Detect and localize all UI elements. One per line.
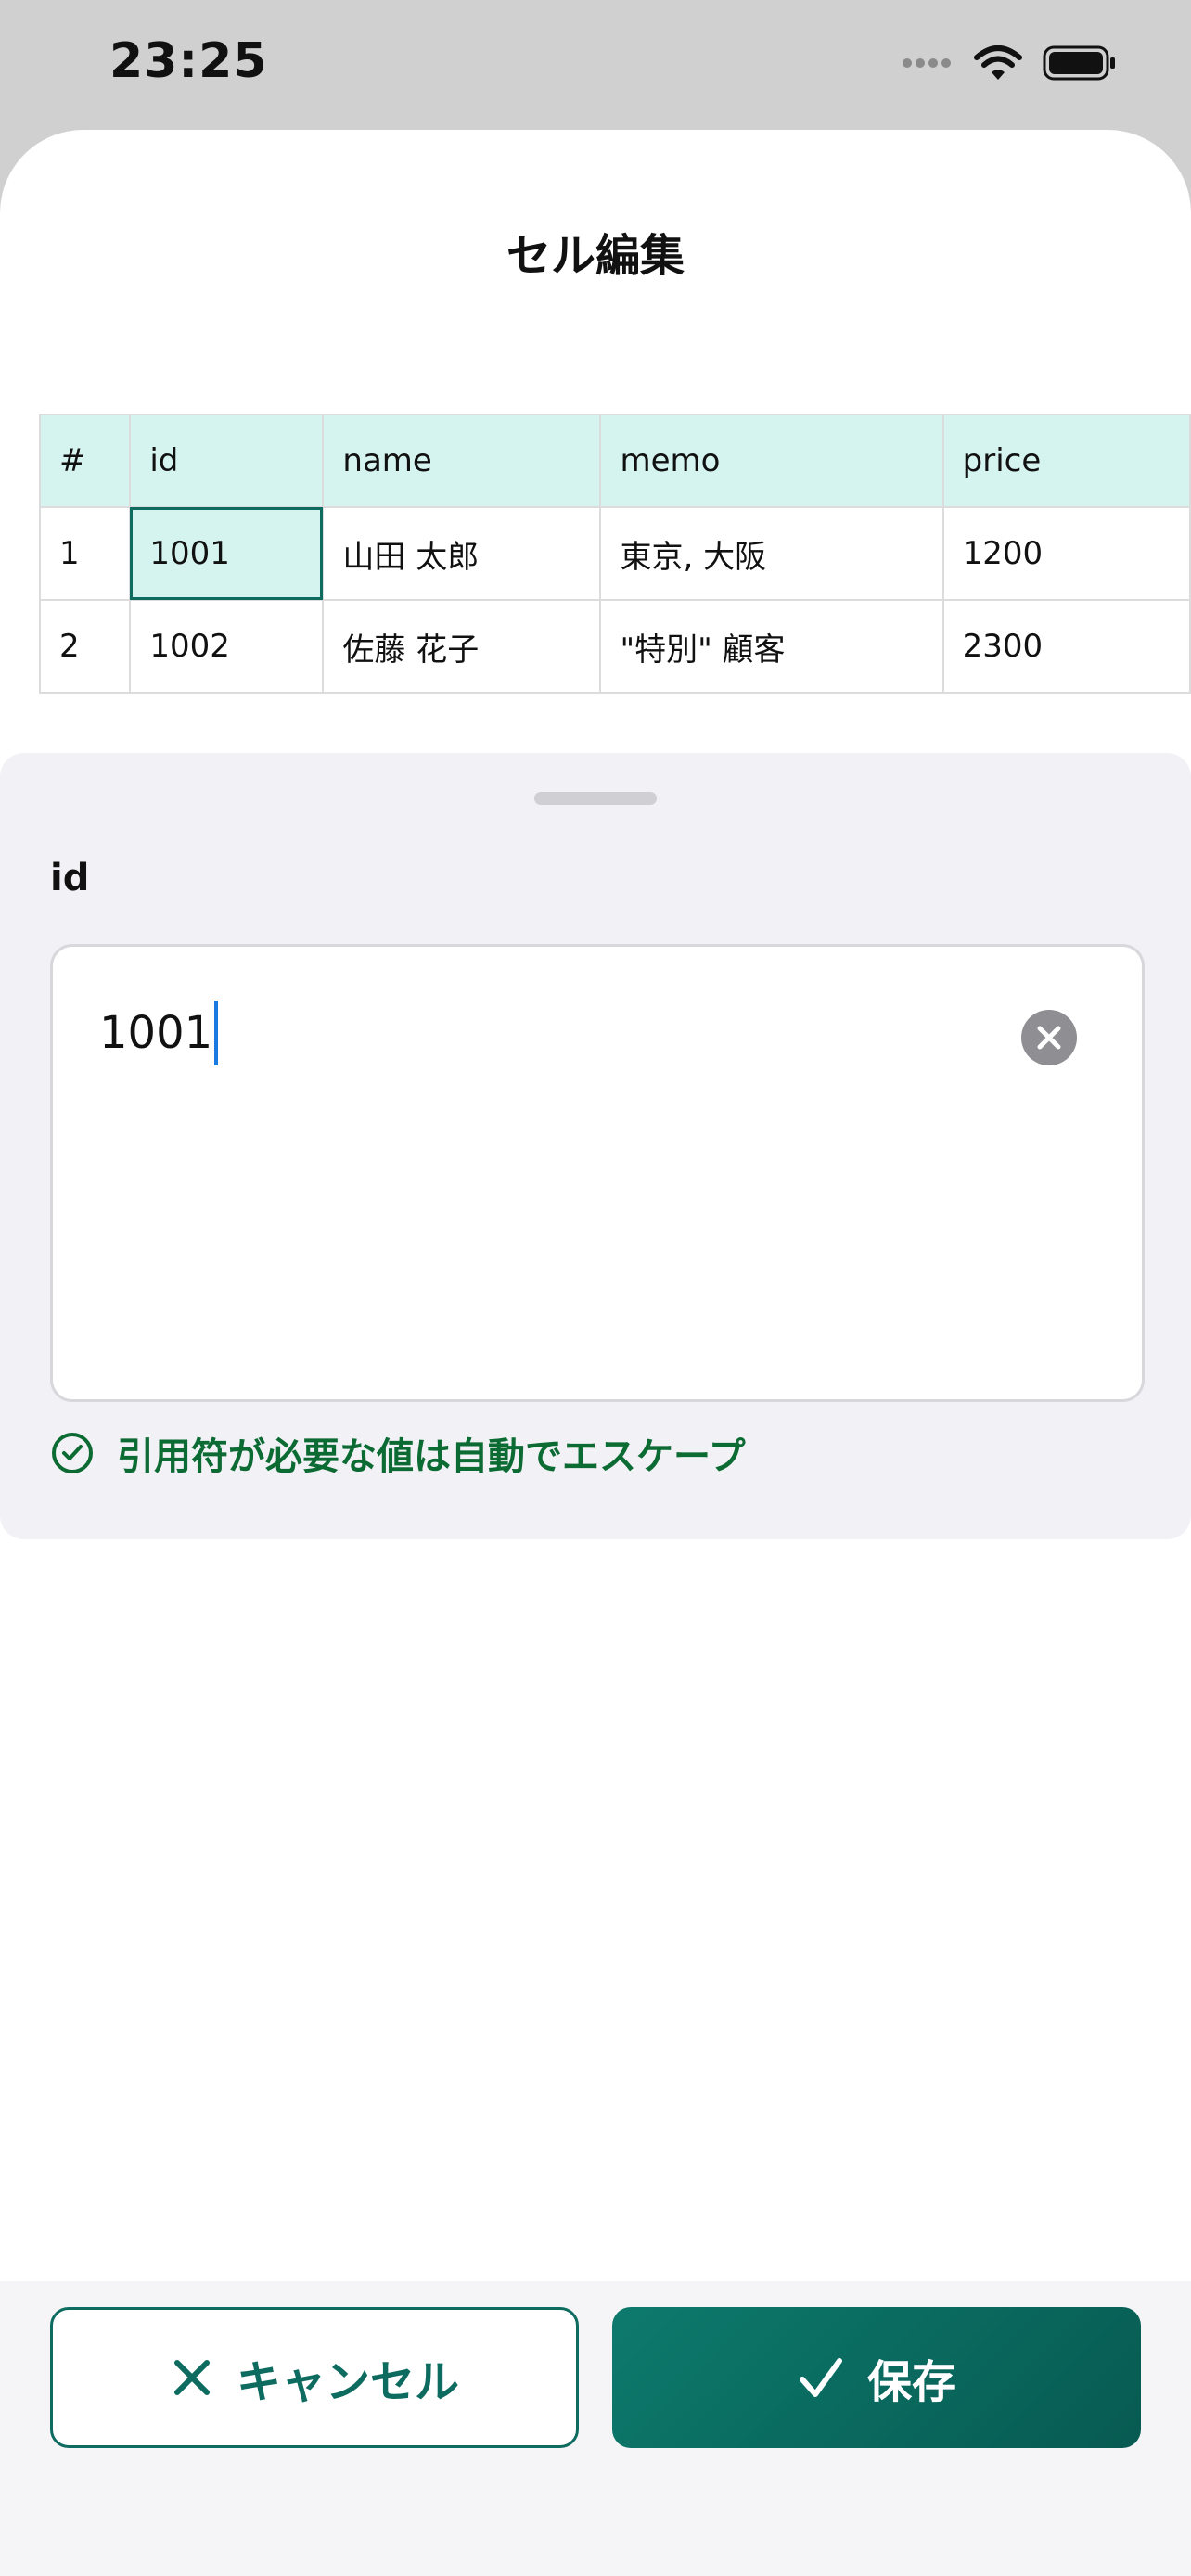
status-bar: 23:25 [0, 0, 1191, 130]
table-cell[interactable]: 佐藤 花子 [322, 599, 602, 694]
panel-grabber[interactable] [534, 792, 657, 805]
checkmark-circle-icon [52, 1433, 93, 1473]
cancel-button[interactable]: キャンセル [50, 2307, 579, 2448]
table-row: 2 1002 佐藤 花子 "特別" 顧客 2300 [39, 599, 1191, 694]
value-text-area[interactable]: 1001 [50, 944, 1145, 1402]
cellular-signal-icon [903, 58, 951, 68]
wifi-icon [974, 45, 1022, 80]
sheet-title: セル編集 [506, 230, 685, 282]
data-table: # id name memo price 1 1001 山田 太郎 東京, 大阪… [39, 414, 1191, 694]
text-caret [214, 1001, 219, 1065]
clear-text-button[interactable] [1021, 1010, 1077, 1065]
status-time: 23:25 [109, 33, 268, 89]
table-cell[interactable]: 1200 [941, 506, 1191, 601]
edit-sheet: セル編集 # id name memo price 1 1001 山田 太郎 東… [0, 130, 1191, 2576]
table-cell[interactable]: 1 [39, 506, 132, 601]
save-button[interactable]: 保存 [612, 2307, 1141, 2448]
table-row: 1 1001 山田 太郎 東京, 大阪 1200 [39, 506, 1191, 601]
table-header-row: # id name memo price [39, 414, 1191, 508]
table-cell[interactable]: "特別" 顧客 [599, 599, 944, 694]
field-label: id [50, 857, 90, 899]
save-button-label: 保存 [866, 2356, 956, 2408]
table-cell[interactable]: 山田 太郎 [322, 506, 602, 601]
table-cell[interactable]: 2 [39, 599, 132, 694]
status-icons [902, 45, 1117, 82]
value-text-content: 1001 [99, 1007, 213, 1059]
checkmark-icon [799, 2358, 842, 2397]
table-cell-selected[interactable]: 1001 [129, 506, 325, 601]
escape-note-text: 引用符が必要な値は自動でエスケープ [117, 1435, 746, 1478]
column-header-id[interactable]: id [129, 414, 325, 508]
cancel-button-label: キャンセル [236, 2356, 459, 2408]
clear-text-icon [1037, 1026, 1061, 1050]
table-cell[interactable]: 2300 [941, 599, 1191, 694]
escape-note: 引用符が必要な値は自動でエスケープ [50, 1426, 746, 1480]
table-cell[interactable]: 1002 [129, 599, 325, 694]
column-header-memo[interactable]: memo [599, 414, 944, 508]
close-icon [173, 2360, 210, 2395]
column-header-index[interactable]: # [39, 414, 132, 508]
action-bar: キャンセル 保存 [0, 2281, 1191, 2576]
column-header-price[interactable]: price [941, 414, 1191, 508]
table-cell[interactable]: 東京, 大阪 [599, 506, 944, 601]
cell-editor-panel: id 1001 引用符が必要な値は自動でエスケープ [0, 753, 1191, 1539]
column-header-name[interactable]: name [322, 414, 602, 508]
value-text[interactable]: 1001 [99, 1001, 219, 1065]
battery-icon [1043, 45, 1115, 81]
